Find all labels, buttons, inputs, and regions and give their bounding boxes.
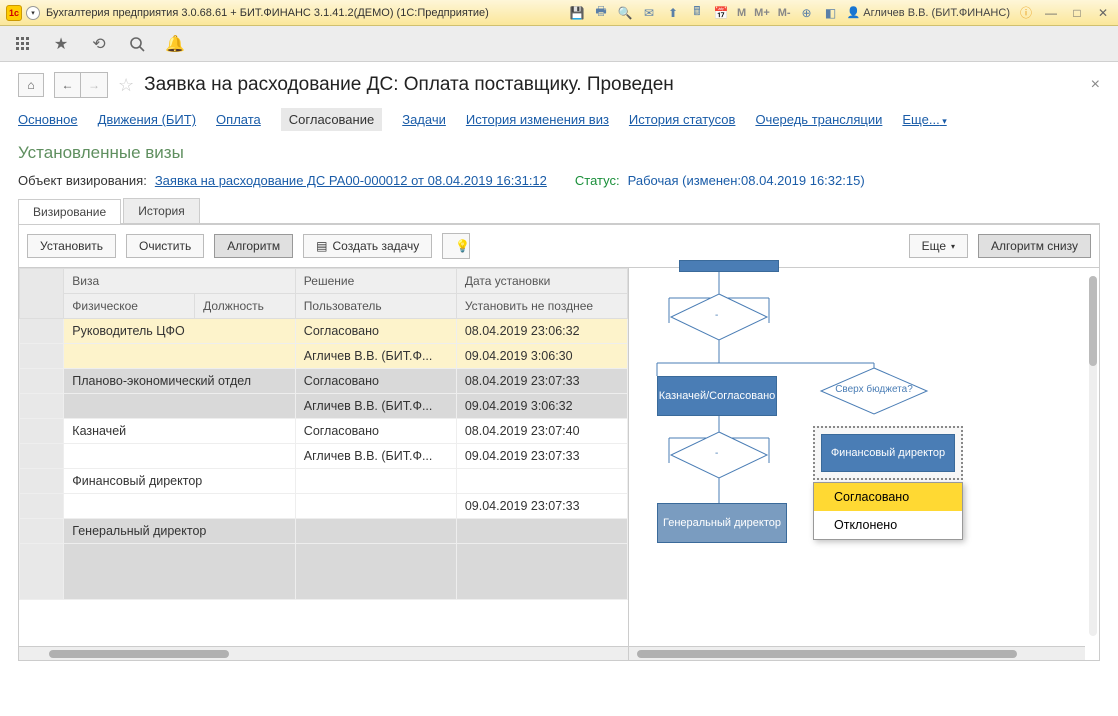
- table-row[interactable]: Агличев В.В. (БИТ.Ф...09.04.2019 3:06:32: [20, 394, 628, 419]
- bell-icon[interactable]: 🔔: [166, 35, 184, 53]
- status-value: Рабочая (изменен:08.04.2019 16:32:15): [628, 173, 865, 188]
- hint-button[interactable]: 💡: [442, 233, 470, 259]
- tab-approval[interactable]: Согласование: [281, 108, 382, 131]
- table-row[interactable]: Агличев В.В. (БИТ.Ф...09.04.2019 23:07:3…: [20, 444, 628, 469]
- maximize-button[interactable]: □: [1068, 5, 1086, 21]
- subtab-approval[interactable]: Визирование: [18, 199, 121, 224]
- flow-node-gen-director[interactable]: Генеральный директор: [657, 503, 787, 543]
- zoom-icon[interactable]: ⊕: [799, 5, 815, 21]
- approval-grid[interactable]: Виза Решение Дата установки Физическое Д…: [19, 268, 628, 646]
- algorithm-button[interactable]: Алгоритм: [214, 234, 293, 258]
- header-physical: Физическое: [64, 294, 195, 319]
- table-row[interactable]: Планово-экономический отделСогласовано08…: [20, 369, 628, 394]
- flow-decision-small-2[interactable]: -: [669, 430, 769, 480]
- flow-node-top[interactable]: [679, 260, 779, 272]
- approval-grid-pane: Виза Решение Дата установки Физическое Д…: [19, 268, 629, 660]
- tab-payment[interactable]: Оплата: [216, 112, 261, 127]
- context-menu: Согласовано Отклонено: [813, 482, 963, 540]
- home-button[interactable]: ⌂: [18, 73, 44, 97]
- table-row[interactable]: 09.04.2019 23:07:33: [20, 494, 628, 519]
- table-row[interactable]: Агличев В.В. (БИТ.Ф...09.04.2019 3:06:30: [20, 344, 628, 369]
- history-icon[interactable]: ⟲: [90, 35, 108, 53]
- flow-decision-budget[interactable]: Сверх бюджета?: [819, 366, 929, 416]
- set-button[interactable]: Установить: [27, 234, 116, 258]
- table-toolbar: Установить Очистить Алгоритм ▤Создать за…: [18, 224, 1100, 267]
- close-tab-button[interactable]: ×: [1091, 76, 1100, 94]
- header-user: Пользователь: [295, 294, 456, 319]
- flow-node-treasurer[interactable]: Казначей/Согласовано: [657, 376, 777, 416]
- titlebar: 1c ▾ Бухгалтерия предприятия 3.0.68.61 +…: [0, 0, 1118, 26]
- header-decision: Решение: [295, 269, 456, 294]
- clear-button[interactable]: Очистить: [126, 234, 204, 258]
- header-visa: Виза: [64, 269, 296, 294]
- object-link[interactable]: Заявка на расходование ДС РА00-000012 от…: [155, 173, 547, 188]
- calendar-icon[interactable]: 📅: [713, 5, 729, 21]
- print-icon[interactable]: 🖶: [593, 5, 609, 21]
- flowchart[interactable]: - Казначей/Согласовано Сверх бюджета? -: [629, 268, 1099, 660]
- more-button[interactable]: Еще▾: [909, 234, 968, 258]
- header-date: Дата установки: [456, 269, 627, 294]
- header-position: Должность: [195, 294, 296, 319]
- mail-icon[interactable]: ✉: [641, 5, 657, 21]
- window-title: Бухгалтерия предприятия 3.0.68.61 + БИТ.…: [46, 7, 489, 19]
- save-icon[interactable]: 💾: [569, 5, 585, 21]
- favorites-star-icon[interactable]: ★: [52, 35, 70, 53]
- document-icon: ▤: [316, 239, 327, 253]
- table-row[interactable]: Финансовый директор: [20, 469, 628, 494]
- status-label: Статус:: [575, 173, 620, 188]
- info-icon[interactable]: ⓘ: [1018, 5, 1034, 21]
- tab-broadcast-queue[interactable]: Очередь трансляции: [755, 112, 882, 127]
- preview-icon[interactable]: 🔍: [617, 5, 633, 21]
- page-title: Заявка на расходование ДС: Оплата постав…: [144, 74, 674, 96]
- object-info-line: Объект визирования: Заявка на расходован…: [18, 173, 1100, 188]
- vertical-scrollbar[interactable]: [1089, 276, 1097, 636]
- table-row: [20, 544, 628, 600]
- close-window-button[interactable]: ✕: [1094, 5, 1112, 21]
- ctx-approved[interactable]: Согласовано: [814, 483, 962, 511]
- m-plus-button[interactable]: M+: [754, 7, 770, 19]
- app-logo-icon: 1c: [6, 5, 22, 21]
- nav-tabs: Основное Движения (БИТ) Оплата Согласова…: [18, 108, 1100, 131]
- subtab-history[interactable]: История: [123, 198, 200, 223]
- tab-main[interactable]: Основное: [18, 112, 78, 127]
- tab-tasks[interactable]: Задачи: [402, 112, 446, 127]
- favorite-star-icon[interactable]: ☆: [118, 75, 134, 96]
- main-toolbar: ★ ⟲ 🔔: [0, 26, 1118, 62]
- app-menu-dropdown[interactable]: ▾: [26, 6, 40, 20]
- section-title: Установленные визы: [18, 143, 1100, 163]
- nav-forward-button[interactable]: →: [81, 73, 107, 97]
- back-icon[interactable]: ◧: [823, 5, 839, 21]
- current-user[interactable]: 👤Агличев В.В. (БИТ.ФИНАНС): [847, 6, 1010, 19]
- sub-tabs: Визирование История: [18, 198, 1100, 224]
- minimize-button[interactable]: —: [1042, 5, 1060, 21]
- horizontal-scrollbar-flow[interactable]: [629, 646, 1085, 660]
- search-icon[interactable]: [128, 35, 146, 53]
- m-minus-button[interactable]: M-: [778, 7, 791, 19]
- calculator-icon[interactable]: 🖩: [689, 5, 705, 21]
- tab-movements[interactable]: Движения (БИТ): [98, 112, 196, 127]
- tab-status-history[interactable]: История статусов: [629, 112, 736, 127]
- ctx-rejected[interactable]: Отклонено: [814, 511, 962, 539]
- export-icon[interactable]: ⬆: [665, 5, 681, 21]
- algorithm-bottom-button[interactable]: Алгоритм снизу: [978, 234, 1091, 258]
- object-label: Объект визирования:: [18, 173, 147, 188]
- header-deadline: Установить не позднее: [456, 294, 627, 319]
- nav-back-button[interactable]: ←: [55, 73, 81, 97]
- table-row[interactable]: Руководитель ЦФОСогласовано08.04.2019 23…: [20, 319, 628, 344]
- apps-grid-icon[interactable]: [14, 35, 32, 53]
- table-row[interactable]: Генеральный директор: [20, 519, 628, 544]
- table-row[interactable]: КазначейСогласовано08.04.2019 23:07:40: [20, 419, 628, 444]
- flowchart-pane: - Казначей/Согласовано Сверх бюджета? -: [629, 268, 1099, 660]
- page-header-row: ⌂ ← → ☆ Заявка на расходование ДС: Оплат…: [18, 72, 1100, 98]
- create-task-button[interactable]: ▤Создать задачу: [303, 234, 432, 258]
- horizontal-scrollbar[interactable]: [19, 646, 628, 660]
- flow-node-fin-director[interactable]: Финансовый директор: [821, 434, 955, 472]
- tab-more[interactable]: Еще...: [902, 112, 946, 127]
- m-button[interactable]: M: [737, 7, 746, 19]
- flow-decision-small[interactable]: -: [669, 292, 769, 342]
- tab-visa-history[interactable]: История изменения виз: [466, 112, 609, 127]
